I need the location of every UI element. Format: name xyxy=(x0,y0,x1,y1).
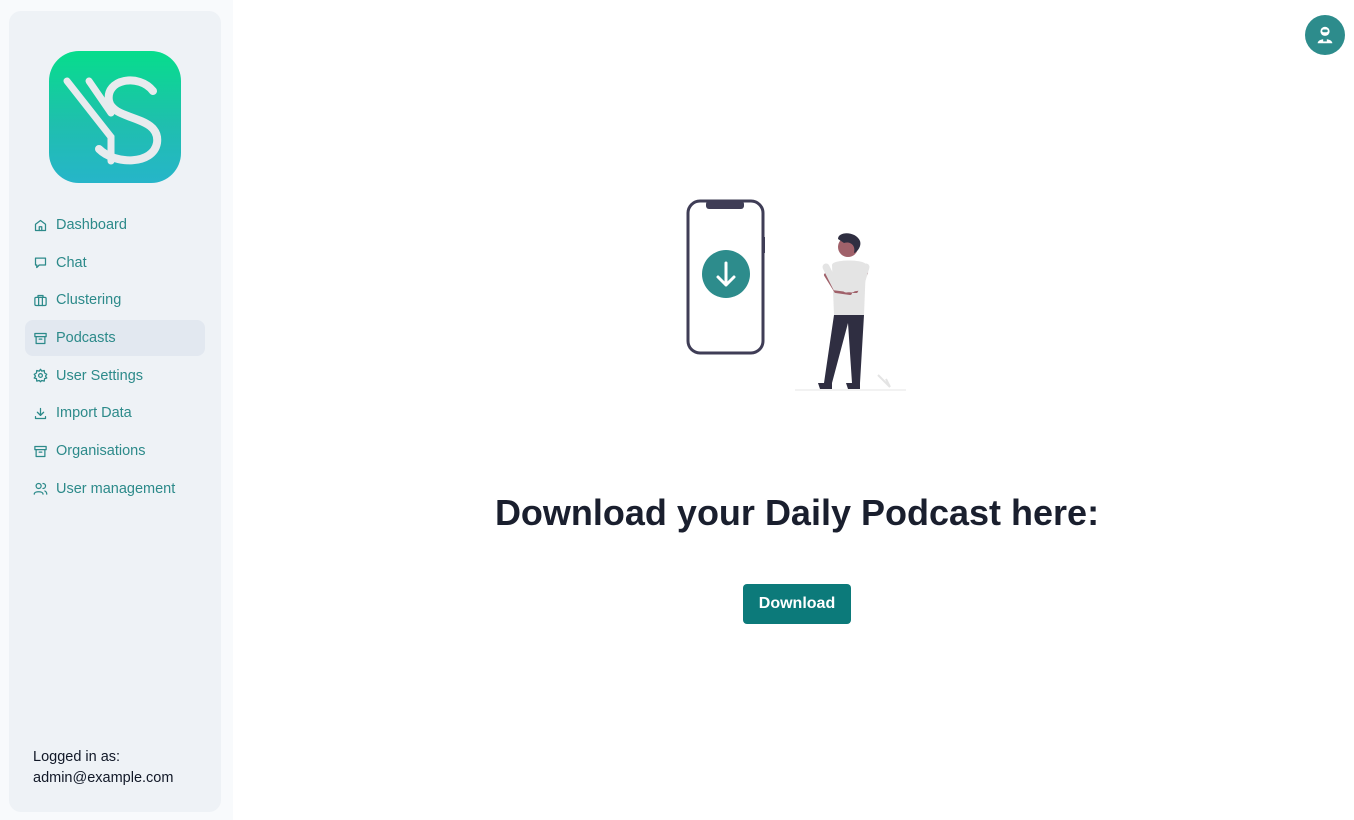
podcast-download-illustration xyxy=(680,195,920,400)
sidebar-item-organisations[interactable]: Organisations xyxy=(25,433,205,469)
sidebar-item-label: Import Data xyxy=(56,405,132,422)
download-button[interactable]: Download xyxy=(743,584,851,624)
sidebar-item-chat[interactable]: Chat xyxy=(25,245,205,281)
sidebar-item-label: Chat xyxy=(56,254,87,271)
app-root: Dashboard Chat Clustering Podcasts User … xyxy=(0,0,1354,820)
sidebar-nav: Dashboard Chat Clustering Podcasts User … xyxy=(25,207,205,509)
login-email: admin@example.com xyxy=(33,770,174,786)
sidebar-item-import-data[interactable]: Import Data xyxy=(25,395,205,431)
archive-icon xyxy=(33,444,48,459)
login-label: Logged in as: xyxy=(33,749,121,765)
sidebar-item-label: Podcasts xyxy=(56,330,116,347)
sidebar-item-label: Dashboard xyxy=(56,217,127,233)
sidebar: Dashboard Chat Clustering Podcasts User … xyxy=(9,11,221,812)
sidebar-item-podcasts[interactable]: Podcasts xyxy=(25,320,205,357)
sidebar-item-label: User Settings xyxy=(56,367,144,384)
sidebar-item-label: Organisations xyxy=(56,443,146,460)
app-logo[interactable] xyxy=(49,51,181,183)
sidebar-item-dashboard[interactable]: Dashboard xyxy=(25,207,205,243)
user-avatar-button[interactable] xyxy=(1305,15,1345,55)
archive-icon xyxy=(33,331,48,346)
page-headline: Download your Daily Podcast here: xyxy=(494,492,1100,533)
user-avatar-icon xyxy=(1317,26,1333,44)
ys-logo-icon xyxy=(63,76,162,165)
phone-illustration xyxy=(686,199,765,355)
person-illustration xyxy=(795,233,906,391)
gear-icon xyxy=(33,368,48,383)
login-info: Logged in as: admin@example.com xyxy=(33,747,173,789)
chat-icon xyxy=(33,255,48,270)
sidebar-item-label: Clustering xyxy=(56,292,122,309)
home-icon xyxy=(33,218,48,233)
briefcase-icon xyxy=(33,293,48,308)
sidebar-column: Dashboard Chat Clustering Podcasts User … xyxy=(0,0,233,820)
download-icon xyxy=(33,406,48,421)
sidebar-item-clustering[interactable]: Clustering xyxy=(25,282,205,318)
sidebar-item-user-settings[interactable]: User Settings xyxy=(25,358,205,394)
